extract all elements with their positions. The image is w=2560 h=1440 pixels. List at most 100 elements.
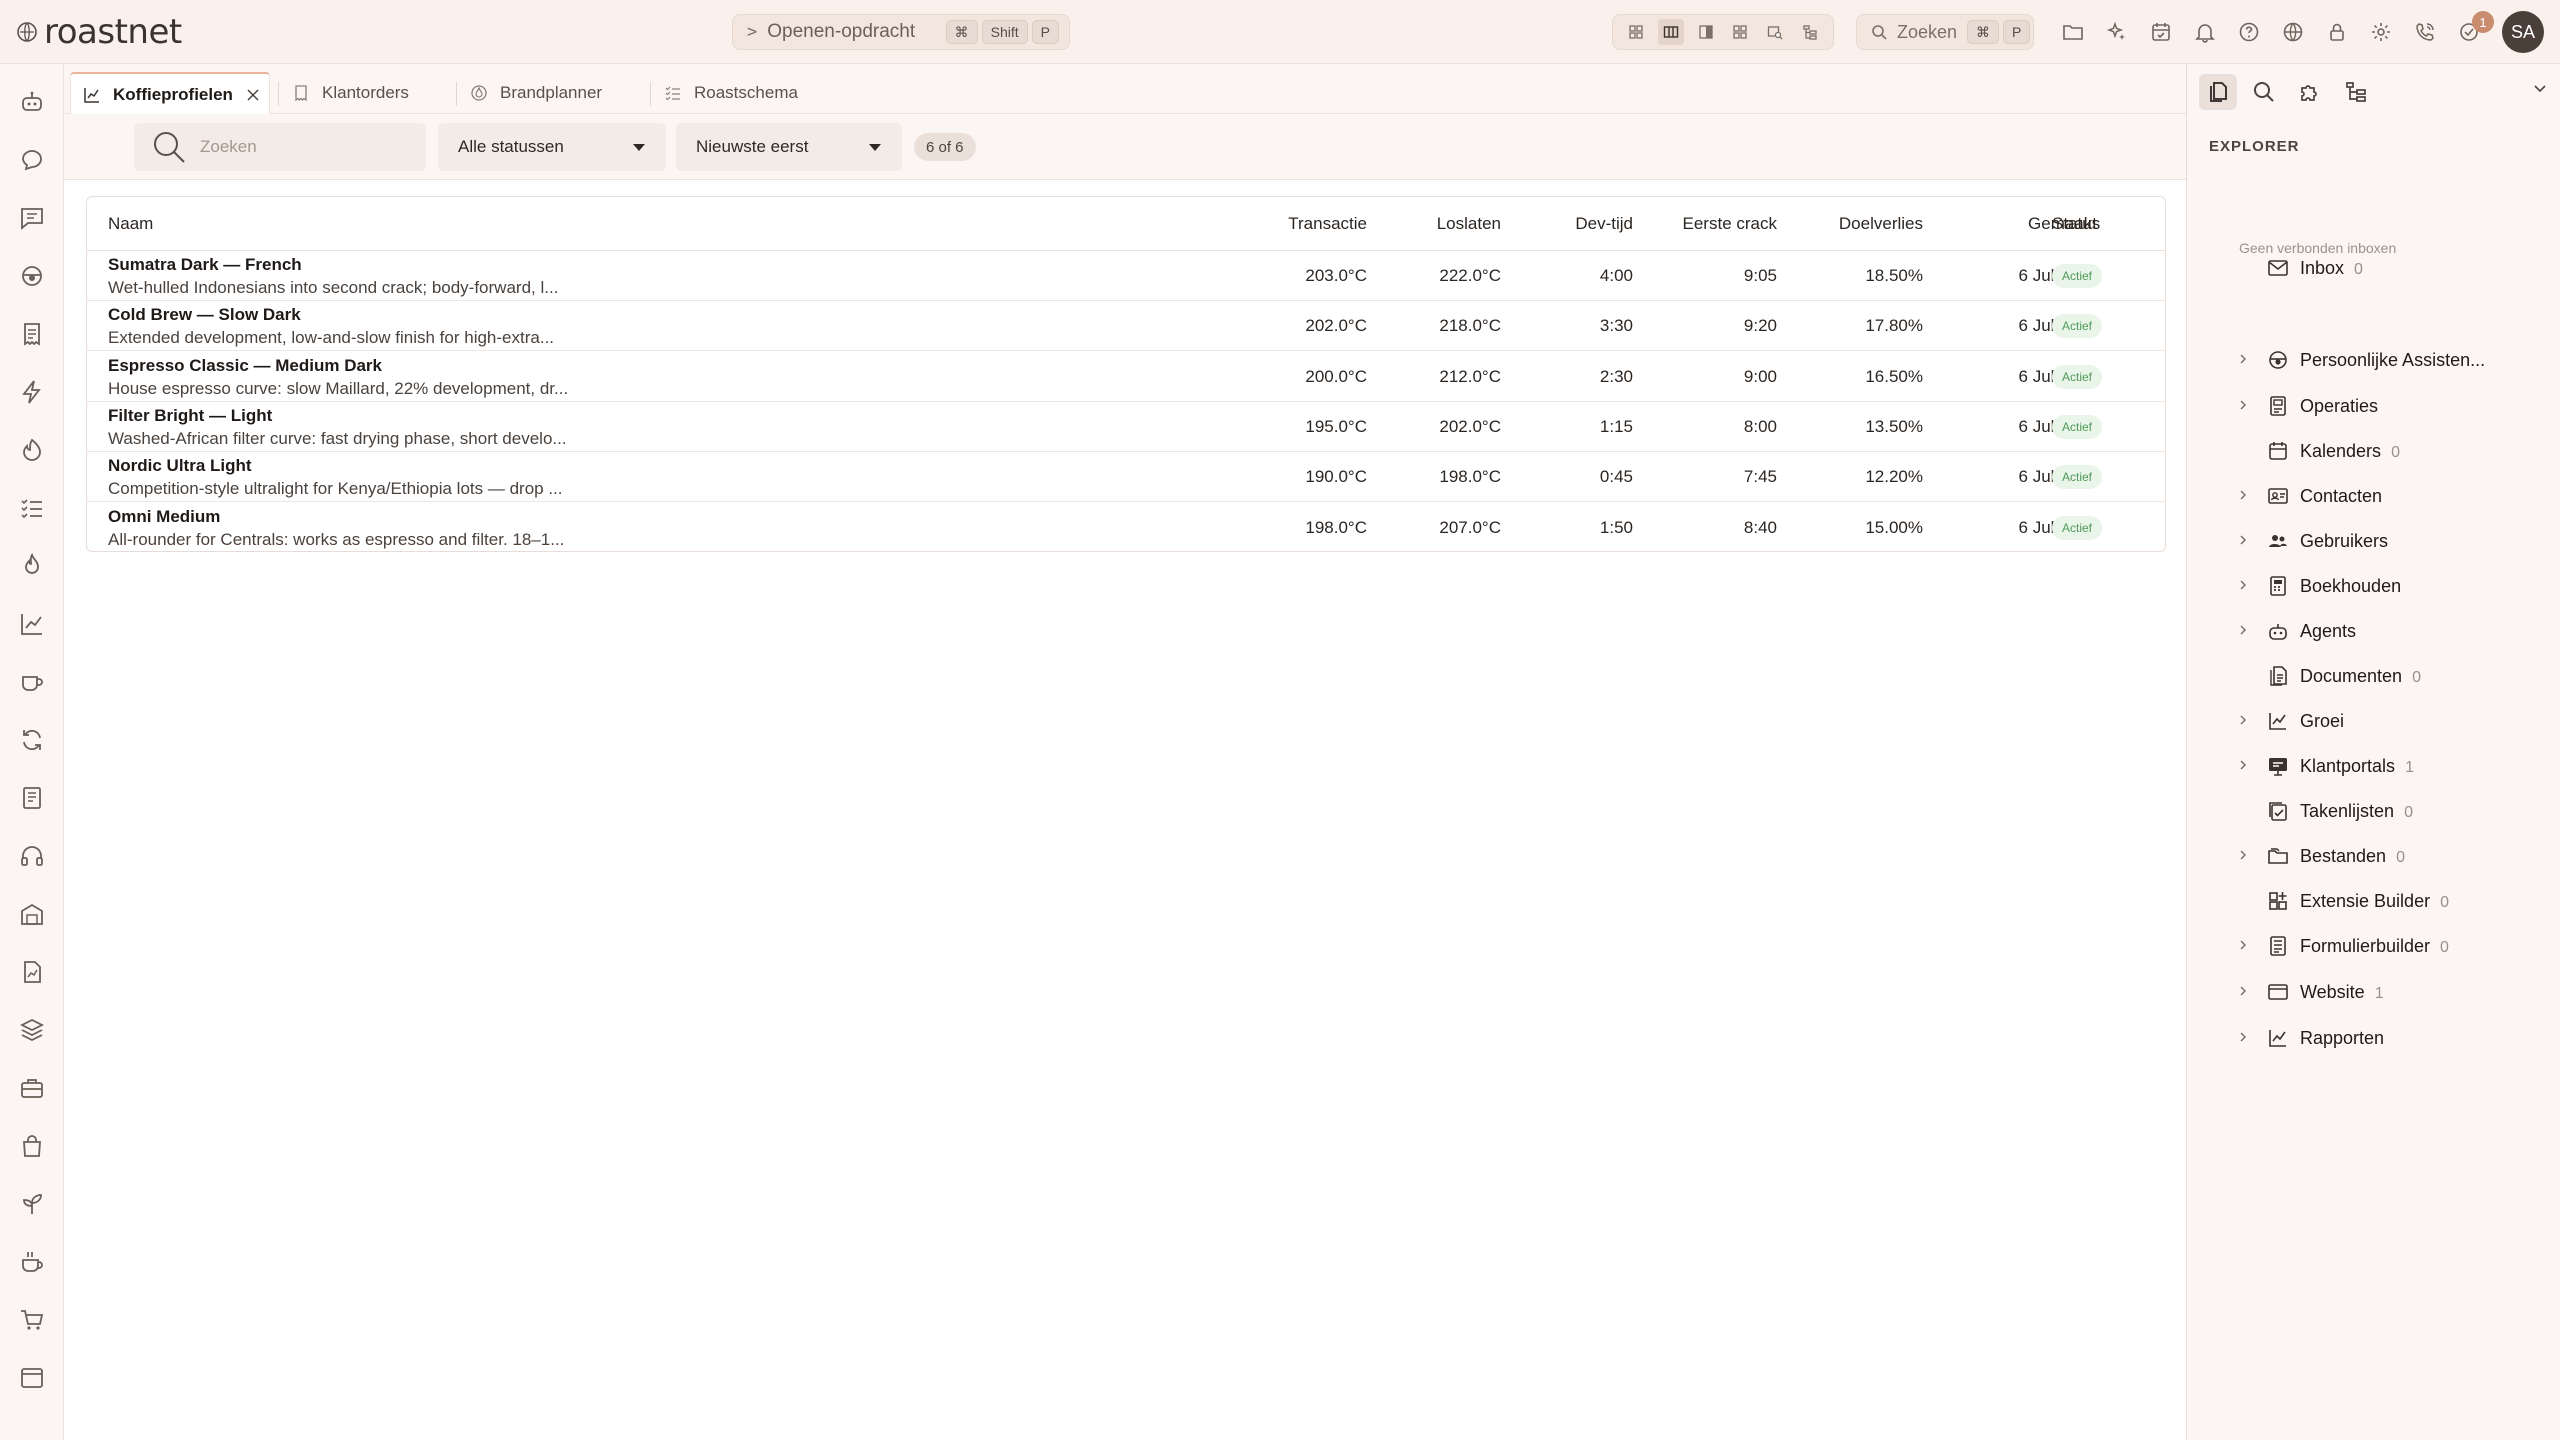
table-row[interactable]: Espresso Classic — Medium Dark House espr… [87,352,2165,402]
assistant-icon[interactable] [16,260,48,292]
avatar[interactable]: SA [2502,11,2544,53]
chevron-right-icon[interactable] [2237,714,2249,726]
gear-icon[interactable] [2366,17,2396,47]
chevron-down-icon[interactable] [2532,80,2548,96]
layout-grid-icon[interactable] [1623,19,1649,45]
column-header-loslaten[interactable]: Loslaten [1377,197,1501,251]
chevron-right-icon[interactable] [2237,849,2249,861]
layout-search-icon[interactable] [1762,19,1788,45]
explorer-item-gebruikers[interactable]: Gebruikers [2187,521,2560,561]
column-header-naam[interactable]: Naam [108,197,153,251]
report-file-icon[interactable] [16,956,48,988]
explorer-item-bestanden[interactable]: Bestanden 0 [2187,836,2560,876]
sprout-icon[interactable] [16,1188,48,1220]
layout-split-icon[interactable] [1693,19,1719,45]
chevron-right-icon[interactable] [2237,489,2249,501]
lightning-icon[interactable] [16,376,48,408]
notebook-icon[interactable] [16,782,48,814]
chevron-right-icon[interactable] [2237,1031,2249,1043]
column-header-eerste-crack[interactable]: Eerste crack [1643,197,1777,251]
column-header-dev-tijd[interactable]: Dev-tijd [1511,197,1633,251]
global-search-button[interactable]: Zoeken ⌘ P [1856,14,2034,50]
chevron-right-icon[interactable] [2237,939,2249,951]
explorer-item-boekhouden[interactable]: Boekhouden [2187,566,2560,606]
messages-icon[interactable] [16,202,48,234]
checklist-icon[interactable] [16,492,48,524]
command-palette-button[interactable]: > Openen-opdracht ⌘ Shift P [732,14,1070,50]
bell-icon[interactable] [2190,17,2220,47]
chevron-right-icon[interactable] [2237,534,2249,546]
shopping-bag-icon[interactable] [16,1130,48,1162]
table-row[interactable]: Sumatra Dark — French Wet-hulled Indonesi… [87,251,2165,301]
explorer-item-extensie-builder[interactable]: Extensie Builder 0 [2187,881,2560,921]
hot-drink-icon[interactable] [16,1246,48,1278]
explorer-item-takenlijsten[interactable]: Takenlijsten 0 [2187,791,2560,831]
explorer-item-klantportals[interactable]: Klantportals 1 [2187,746,2560,786]
tab-brandplanner[interactable]: Brandplanner [458,72,614,114]
panel-tabs [2187,64,2560,118]
chevron-right-icon[interactable] [2237,353,2249,365]
tab-roastschema[interactable]: Roastschema [652,72,810,114]
briefcase-icon[interactable] [16,1072,48,1104]
column-header-status[interactable]: Status [2052,197,2100,251]
table-row[interactable]: Filter Bright — Light Washed-African filt… [87,402,2165,452]
layers-icon[interactable] [16,1014,48,1046]
chart-line-icon[interactable] [16,608,48,640]
warehouse-icon[interactable] [16,898,48,930]
close-icon[interactable] [245,87,261,103]
chevron-right-icon[interactable] [2237,985,2249,997]
chevron-right-icon[interactable] [2237,624,2249,636]
cart-icon[interactable] [16,1304,48,1336]
chevron-right-icon[interactable] [2237,579,2249,591]
activity-icon[interactable]: 1 [2454,11,2494,47]
status-filter-select[interactable]: Alle statussen [438,123,666,171]
explorer-item-contacten[interactable]: Contacten [2187,476,2560,516]
column-header-doelverlies[interactable]: Doelverlies [1787,197,1923,251]
tab-koffieprofielen[interactable]: Koffieprofielen [70,72,270,115]
files-icon[interactable] [2199,74,2237,110]
table-row[interactable]: Nordic Ultra Light Competition-style ultr… [87,452,2165,503]
explorer-item-rapporten[interactable]: Rapporten [2187,1018,2560,1058]
explorer-item-persoonlijke-assisten[interactable]: Persoonlijke Assisten... [2187,340,2560,380]
layout-tiles-icon[interactable] [1727,19,1753,45]
tree-icon[interactable] [2337,74,2375,110]
chevron-right-icon[interactable] [2237,399,2249,411]
refresh-icon[interactable] [16,724,48,756]
puzzle-icon[interactable] [2291,74,2329,110]
column-header-transactie[interactable]: Transactie [1177,197,1367,251]
flame-icon[interactable] [16,550,48,582]
table-row[interactable]: Omni Medium All-rounder for Centrals: wor… [87,503,2165,552]
phone-icon[interactable] [2410,17,2440,47]
explorer-item-formulierbuilder[interactable]: Formulierbuilder 0 [2187,926,2560,966]
search-input[interactable] [200,137,400,157]
globe-icon[interactable] [2278,17,2308,47]
explorer-item-website[interactable]: Website 1 [2187,972,2560,1012]
sort-select[interactable]: Nieuwste eerst [676,123,902,171]
layout-tree-icon[interactable] [1797,19,1823,45]
folder-icon[interactable] [2058,17,2088,47]
robot-icon[interactable] [16,86,48,118]
explorer-item-groei[interactable]: Groei [2187,701,2560,741]
lock-icon[interactable] [2322,17,2352,47]
coffee-cup-icon[interactable] [16,666,48,698]
layout-columns-icon[interactable] [1657,19,1684,45]
window-icon[interactable] [16,1362,48,1394]
explorer-item-agents[interactable]: Agents [2187,611,2560,651]
chevron-right-icon[interactable] [2237,759,2249,771]
table-row[interactable]: Cold Brew — Slow Dark Extended developmen… [87,301,2165,352]
calendar-check-icon[interactable] [2146,17,2176,47]
headphones-icon[interactable] [16,840,48,872]
brand-logo[interactable]: roastnet [16,12,182,52]
roast-icon[interactable] [16,434,48,466]
receipt-icon[interactable] [16,318,48,350]
chat-bubble-icon[interactable] [16,144,48,176]
explorer-item-operaties[interactable]: Operaties [2187,386,2560,426]
assistant-icon [2267,349,2289,371]
explorer-item-kalenders[interactable]: Kalenders 0 [2187,431,2560,471]
explorer-item-documenten[interactable]: Documenten 0 [2187,656,2560,696]
sparkle-icon[interactable] [2102,17,2132,47]
tab-klantorders[interactable]: Klantorders [280,72,421,114]
help-icon[interactable] [2234,17,2264,47]
explorer-item-inbox[interactable]: Inbox 0 [2187,248,2560,288]
search-icon[interactable] [2245,74,2283,110]
